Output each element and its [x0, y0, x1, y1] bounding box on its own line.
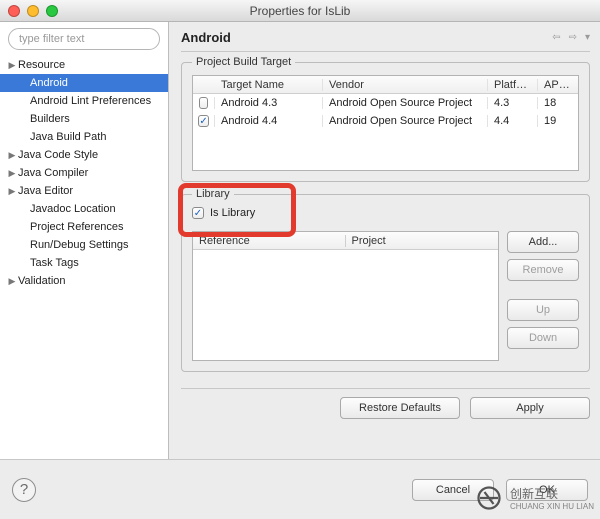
group-legend: Project Build Target	[192, 56, 295, 68]
col-target-name[interactable]: Target Name	[215, 79, 323, 91]
sidebar-item-java-editor[interactable]: ▶Java Editor	[0, 182, 168, 200]
window-titlebar: Properties for IsLib	[0, 0, 600, 22]
col-project[interactable]: Project	[346, 235, 499, 247]
filter-placeholder: type filter text	[19, 33, 84, 45]
sidebar-item-label: Java Compiler	[18, 167, 88, 179]
traffic-lights	[8, 0, 58, 22]
group-legend: Library	[192, 188, 234, 200]
target-checkbox[interactable]: ✓	[198, 115, 208, 127]
close-window-icon[interactable]	[8, 5, 20, 17]
sidebar-item-project-references[interactable]: Project References	[0, 218, 168, 236]
col-vendor[interactable]: Vendor	[323, 79, 488, 91]
page-title: Android	[181, 30, 552, 45]
sidebar-item-android[interactable]: Android	[0, 74, 168, 92]
sidebar-item-task-tags[interactable]: Task Tags	[0, 254, 168, 272]
sidebar-item-label: Javadoc Location	[30, 203, 116, 215]
cancel-button[interactable]: Cancel	[412, 479, 494, 501]
sidebar-item-android-lint-preferences[interactable]: Android Lint Preferences	[0, 92, 168, 110]
project-build-target-group: Project Build Target Target Name Vendor …	[181, 62, 590, 182]
filter-text-input[interactable]: type filter text	[8, 28, 160, 50]
is-library-checkbox[interactable]: ✓	[192, 207, 204, 219]
cell-vendor: Android Open Source Project	[323, 97, 488, 109]
table-row[interactable]: Android 4.3Android Open Source Project4.…	[193, 94, 578, 112]
help-icon[interactable]: ?	[12, 478, 36, 502]
cell-api: 18	[538, 97, 578, 109]
ok-button[interactable]: OK	[506, 479, 588, 501]
minimize-window-icon[interactable]	[27, 5, 39, 17]
sidebar-item-java-code-style[interactable]: ▶Java Code Style	[0, 146, 168, 164]
sidebar-item-label: Builders	[30, 113, 70, 125]
is-library-label: Is Library	[210, 207, 255, 219]
cell-target-name: Android 4.4	[215, 115, 323, 127]
disclosure-triangle-icon: ▶	[6, 186, 18, 197]
table-row[interactable]: ✓ Android 4.4Android Open Source Project4…	[193, 112, 578, 130]
col-reference[interactable]: Reference	[193, 235, 346, 247]
sidebar-item-label: Java Editor	[18, 185, 73, 197]
cell-platform: 4.3	[488, 97, 538, 109]
sidebar-item-label: Validation	[18, 275, 66, 287]
main-panel: Android ⇦ ⇨ ▾ Project Build Target Targe…	[169, 22, 600, 459]
cell-vendor: Android Open Source Project	[323, 115, 488, 127]
remove-button[interactable]: Remove	[507, 259, 579, 281]
disclosure-triangle-icon: ▶	[6, 168, 18, 179]
target-checkbox[interactable]	[199, 97, 208, 109]
sidebar-item-builders[interactable]: Builders	[0, 110, 168, 128]
sidebar-item-label: Java Build Path	[30, 131, 106, 143]
library-group: Library ✓ Is Library Reference Project A…	[181, 194, 590, 372]
sidebar: type filter text ▶ResourceAndroidAndroid…	[0, 22, 169, 459]
dialog-button-bar: ? Cancel OK	[0, 459, 600, 519]
preference-tree[interactable]: ▶ResourceAndroidAndroid Lint Preferences…	[0, 56, 168, 459]
sidebar-item-label: Project References	[30, 221, 124, 233]
sidebar-item-label: Run/Debug Settings	[30, 239, 128, 251]
cell-target-name: Android 4.3	[215, 97, 323, 109]
sidebar-item-label: Task Tags	[30, 257, 79, 269]
sidebar-item-java-compiler[interactable]: ▶Java Compiler	[0, 164, 168, 182]
sidebar-item-label: Android	[30, 77, 68, 89]
sidebar-item-label: Android Lint Preferences	[30, 95, 151, 107]
down-button[interactable]: Down	[507, 327, 579, 349]
sidebar-item-run-debug-settings[interactable]: Run/Debug Settings	[0, 236, 168, 254]
menu-icon[interactable]: ▾	[585, 32, 590, 43]
zoom-window-icon[interactable]	[46, 5, 58, 17]
up-button[interactable]: Up	[507, 299, 579, 321]
sidebar-item-resource[interactable]: ▶Resource	[0, 56, 168, 74]
restore-defaults-button[interactable]: Restore Defaults	[340, 397, 460, 419]
cell-api: 19	[538, 115, 578, 127]
build-target-table[interactable]: Target Name Vendor Platform API Le Andro…	[192, 75, 579, 171]
sidebar-item-label: Java Code Style	[18, 149, 98, 161]
cell-platform: 4.4	[488, 115, 538, 127]
col-api-level[interactable]: API Le	[538, 79, 578, 91]
sidebar-item-validation[interactable]: ▶Validation	[0, 272, 168, 290]
sidebar-item-java-build-path[interactable]: Java Build Path	[0, 128, 168, 146]
disclosure-triangle-icon: ▶	[6, 60, 18, 71]
disclosure-triangle-icon: ▶	[6, 276, 18, 287]
window-title: Properties for IsLib	[250, 4, 351, 18]
col-platform[interactable]: Platform	[488, 79, 538, 91]
forward-icon[interactable]: ⇨	[569, 32, 577, 43]
library-reference-table[interactable]: Reference Project	[192, 231, 499, 361]
add-button[interactable]: Add...	[507, 231, 579, 253]
apply-button[interactable]: Apply	[470, 397, 590, 419]
sidebar-item-label: Resource	[18, 59, 65, 71]
sidebar-item-javadoc-location[interactable]: Javadoc Location	[0, 200, 168, 218]
back-icon[interactable]: ⇦	[552, 32, 560, 43]
disclosure-triangle-icon: ▶	[6, 150, 18, 161]
